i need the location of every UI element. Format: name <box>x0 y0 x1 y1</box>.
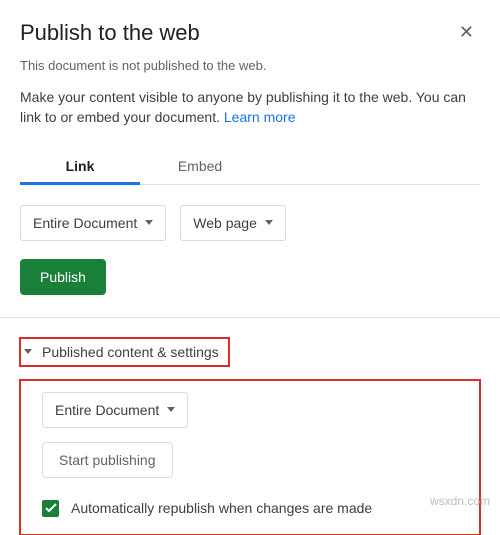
divider <box>0 317 500 318</box>
tab-embed[interactable]: Embed <box>140 150 260 184</box>
settings-scope-dropdown[interactable]: Entire Document <box>42 392 188 428</box>
disclosure-label: Published content & settings <box>42 344 219 360</box>
learn-more-link[interactable]: Learn more <box>224 109 296 125</box>
format-dropdown[interactable]: Web page <box>180 205 286 241</box>
tab-link-label: Link <box>66 158 95 174</box>
publish-status: This document is not published to the we… <box>20 58 480 73</box>
chevron-down-icon <box>145 220 153 225</box>
format-dropdown-label: Web page <box>193 215 257 231</box>
tab-bar: Link Embed <box>20 150 480 185</box>
publish-dialog: Publish to the web ✕ This document is no… <box>0 0 500 535</box>
close-icon[interactable]: ✕ <box>453 20 480 45</box>
auto-republish-row[interactable]: Automatically republish when changes are… <box>28 492 474 525</box>
description: Make your content visible to anyone by p… <box>20 87 480 128</box>
watermark: wsxdn.com <box>430 494 490 508</box>
auto-republish-checkbox[interactable] <box>42 500 59 517</box>
chevron-down-icon <box>24 349 32 354</box>
options-row: Entire Document Web page <box>20 205 480 241</box>
chevron-down-icon <box>167 407 175 412</box>
dialog-title: Publish to the web <box>20 20 200 46</box>
published-settings-panel: Entire Document Start publishing Automat… <box>20 380 480 535</box>
start-publishing-button[interactable]: Start publishing <box>42 442 173 478</box>
settings-scope-dropdown-label: Entire Document <box>55 402 159 418</box>
auto-republish-label: Automatically republish when changes are… <box>71 500 372 516</box>
published-content-disclosure[interactable]: Published content & settings <box>20 338 229 366</box>
scope-dropdown[interactable]: Entire Document <box>20 205 166 241</box>
tab-link[interactable]: Link <box>20 150 140 184</box>
dialog-header: Publish to the web ✕ <box>20 20 480 46</box>
publish-button[interactable]: Publish <box>20 259 106 295</box>
tab-embed-label: Embed <box>178 158 222 174</box>
chevron-down-icon <box>265 220 273 225</box>
scope-dropdown-label: Entire Document <box>33 215 137 231</box>
